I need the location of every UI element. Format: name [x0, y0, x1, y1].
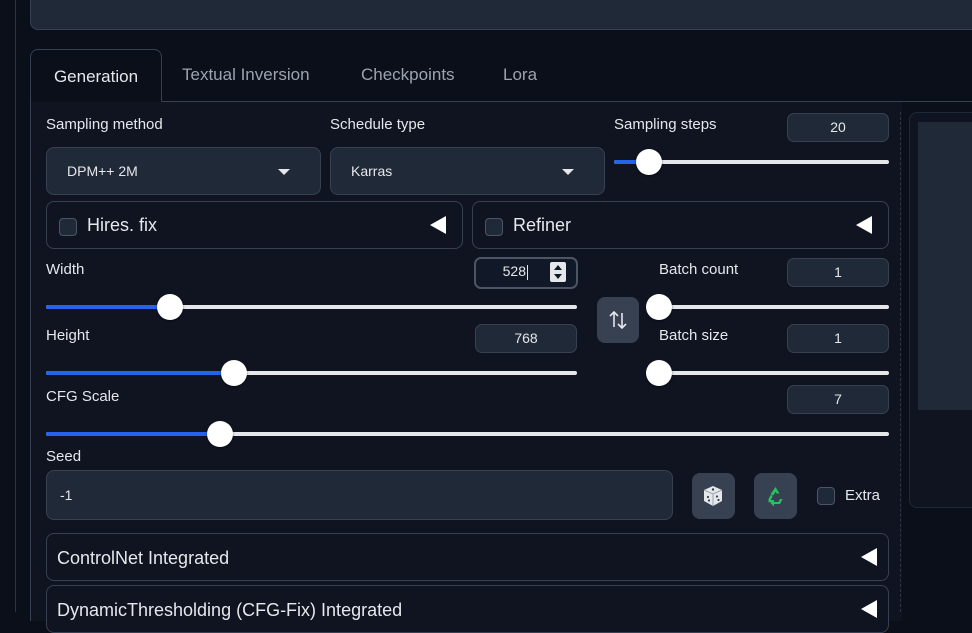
schedule-type-value: Karras: [351, 163, 393, 179]
collapse-arrow-icon[interactable]: [861, 548, 877, 566]
spinner-icon[interactable]: [550, 262, 566, 282]
width-label: Width: [46, 261, 85, 278]
cfg-scale-slider[interactable]: [46, 421, 889, 447]
controlnet-accordion[interactable]: ControlNet Integrated: [46, 533, 889, 581]
slider-thumb[interactable]: [646, 294, 672, 320]
slider-fill: [46, 432, 221, 436]
width-value: 528: [502, 263, 526, 279]
dice-icon: [703, 486, 723, 506]
extra-seed-checkbox[interactable]: [817, 487, 835, 505]
hires-fix-checkbox[interactable]: [59, 218, 77, 236]
sampling-method-value: DPM++ 2M: [67, 163, 138, 179]
height-label: Height: [46, 327, 90, 344]
swap-vertical-icon: [609, 310, 627, 330]
batch-count-slider[interactable]: [646, 294, 889, 320]
chevron-down-icon: [562, 169, 574, 175]
seed-input[interactable]: -1: [46, 470, 673, 520]
collapse-arrow-icon[interactable]: [861, 600, 877, 618]
slider-thumb[interactable]: [636, 149, 663, 175]
cfg-scale-input[interactable]: 7: [787, 385, 889, 414]
batch-size-slider[interactable]: [646, 360, 889, 386]
random-seed-button[interactable]: [692, 473, 735, 519]
tab-generation[interactable]: Generation: [30, 49, 162, 102]
height-slider[interactable]: [46, 360, 577, 386]
schedule-type-label: Schedule type: [330, 116, 426, 133]
batch-count-label: Batch count: [659, 261, 739, 278]
batch-size-input[interactable]: 1: [787, 324, 889, 353]
reuse-seed-button[interactable]: [754, 473, 797, 519]
tab-lora[interactable]: Lora: [503, 58, 537, 92]
sampling-method-dropdown[interactable]: DPM++ 2M: [46, 147, 321, 195]
dynamic-thresholding-label: DynamicThresholding (CFG-Fix) Integrated: [57, 600, 403, 620]
batch-count-input[interactable]: 1: [787, 258, 889, 287]
slider-fill: [46, 371, 235, 375]
sampling-steps-input[interactable]: 20: [787, 113, 889, 142]
tab-textual-inversion[interactable]: Textual Inversion: [182, 58, 310, 92]
slider-thumb[interactable]: [646, 360, 672, 386]
controlnet-label: ControlNet Integrated: [57, 548, 230, 568]
text-cursor: [527, 264, 528, 280]
tab-checkpoints[interactable]: Checkpoints: [361, 58, 455, 92]
schedule-type-dropdown[interactable]: Karras: [330, 147, 605, 195]
width-slider[interactable]: [46, 294, 577, 320]
recycle-icon: [768, 487, 783, 507]
collapse-arrow-icon[interactable]: [856, 216, 872, 234]
swap-dimensions-button[interactable]: [597, 297, 639, 343]
refiner-accordion[interactable]: Refiner: [472, 201, 889, 249]
extra-seed-label: Extra: [845, 487, 881, 504]
refiner-label: Refiner: [513, 215, 572, 235]
sampling-method-label: Sampling method: [46, 116, 163, 133]
dynamic-thresholding-accordion[interactable]: DynamicThresholding (CFG-Fix) Integrated: [46, 585, 889, 633]
tab-strip-divider: [160, 101, 972, 102]
width-input[interactable]: 528: [474, 257, 578, 289]
left-divider: [15, 0, 16, 612]
cfg-scale-label: CFG Scale: [46, 388, 120, 405]
collapse-arrow-icon[interactable]: [430, 216, 446, 234]
height-input[interactable]: 768: [475, 324, 577, 353]
seed-label: Seed: [46, 448, 82, 465]
chevron-down-icon: [278, 169, 290, 175]
column-divider: [900, 112, 901, 612]
batch-size-label: Batch size: [659, 327, 729, 344]
sampling-steps-slider[interactable]: [614, 149, 889, 175]
output-gallery: [918, 122, 972, 410]
refiner-checkbox[interactable]: [485, 218, 503, 236]
slider-fill: [46, 305, 171, 309]
prompt-panel-bottom: [30, 0, 972, 30]
sampling-steps-label: Sampling steps: [614, 116, 717, 133]
hires-fix-accordion[interactable]: Hires. fix: [46, 201, 463, 249]
hires-fix-label: Hires. fix: [87, 215, 158, 235]
slider-thumb[interactable]: [157, 294, 184, 320]
